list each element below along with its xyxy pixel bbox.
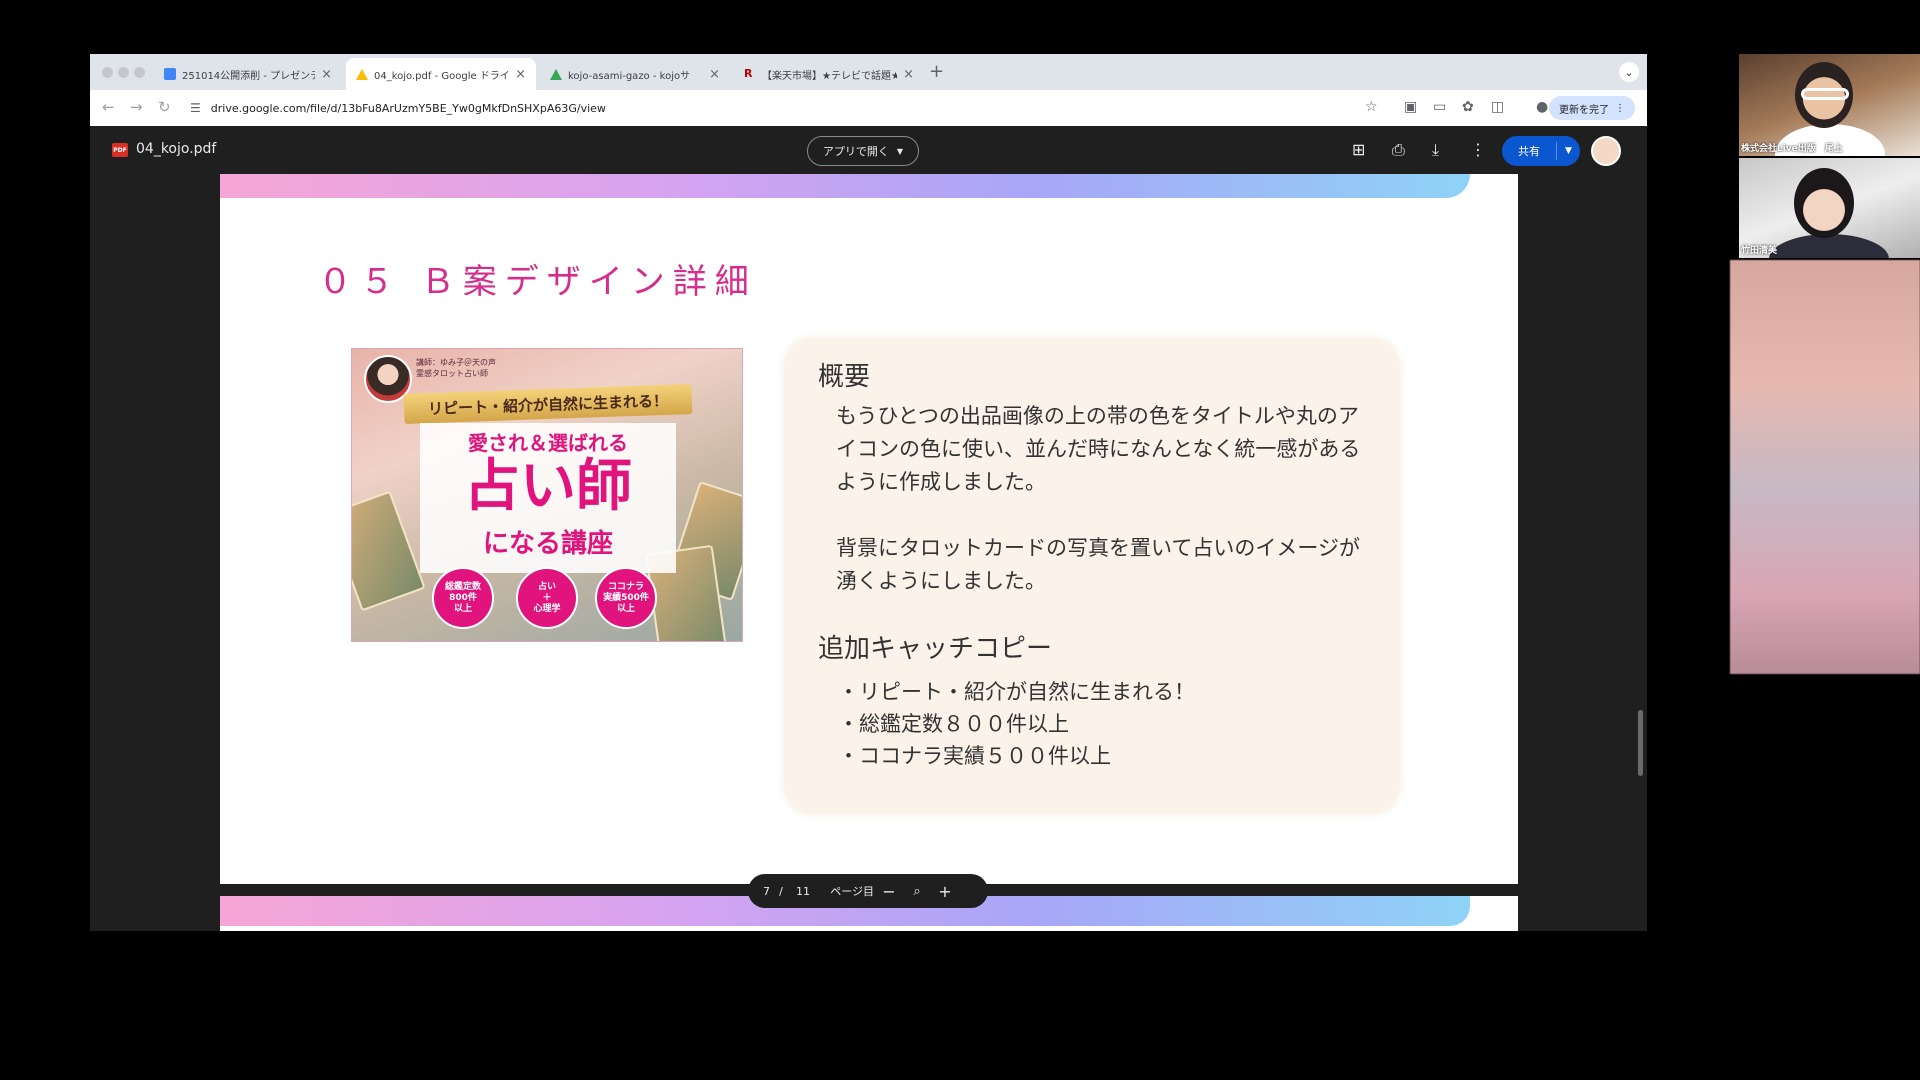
tab-slides[interactable]: 251014公開添削 - プレゼンテー ×	[154, 58, 342, 90]
participant-head	[1794, 168, 1854, 238]
participant-name: 竹田清美	[1741, 246, 1778, 256]
share-button[interactable]: 共有 ▼	[1502, 136, 1580, 166]
address-bar[interactable]: ☰ drive.google.com/file/d/13bFu8ArUzmY5B…	[190, 95, 1420, 121]
rakuten-icon: R	[744, 67, 753, 80]
profile-icon[interactable]: ●	[1536, 99, 1548, 115]
slide-title: ０５ Ｂ案デザイン詳細	[318, 262, 757, 302]
zoom-icon[interactable]: ⌕	[904, 884, 930, 899]
participant-name: 株式会社Live出版 尾上	[1741, 144, 1843, 154]
page-current[interactable]: 7	[748, 885, 770, 898]
tab-drive-folder[interactable]: kojo-asami-gazo - kojoサ ×	[540, 58, 730, 90]
badge-circle: 総鑑定数 800件 以上	[432, 567, 494, 629]
avatar[interactable]	[1591, 136, 1621, 166]
catch-copy-item: ・リピート・紹介が自然に生まれる！	[838, 680, 1195, 704]
image-subtitle: になる講座	[482, 529, 613, 559]
browser-window: 251014公開添削 - プレゼンテー × 04_kojo.pdf - Goog…	[90, 54, 1647, 931]
extension-icon[interactable]: ✿	[1462, 99, 1474, 115]
tab-title: 【楽天市場】★テレビで話題★	[762, 70, 898, 82]
lecturer-label: 講師：ゆみ子＠天の声 霊感タロット占い師	[416, 358, 496, 378]
close-tab-icon[interactable]: ×	[515, 67, 526, 82]
update-button[interactable]: 更新を完了 ⋮	[1549, 96, 1635, 120]
tab-title: 04_kojo.pdf - Google ドライ	[374, 70, 510, 82]
back-icon[interactable]: ←	[102, 98, 115, 116]
tab-title: 251014公開添削 - プレゼンテー	[182, 70, 315, 82]
pdf-page-area: ０５ Ｂ案デザイン詳細 講師：ゆみ子＠天の声 霊感タロット占い師 リピート・紹介…	[90, 174, 1647, 931]
ribbon-copy: リピート・紹介が自然に生まれる！	[403, 383, 693, 425]
participant-body	[1769, 234, 1889, 258]
drive-icon	[356, 68, 368, 80]
more-vert-icon[interactable]: ⋮	[1470, 140, 1486, 159]
badge-circle: 占い ＋ 心理学	[516, 567, 578, 629]
forward-icon[interactable]: →	[130, 98, 143, 116]
file-name: 04_kojo.pdf	[136, 141, 217, 157]
participant-video-tile: 株式会社Live出版 尾上	[1739, 54, 1920, 156]
bookmark-star-icon[interactable]: ☆	[1365, 99, 1378, 115]
product-image: 講師：ゆみ子＠天の声 霊感タロット占い師 リピート・紹介が自然に生まれる！ 愛さ…	[351, 348, 743, 642]
catch-copy-item: ・総鑑定数８００件以上	[838, 712, 1069, 736]
tab-title: kojo-asami-gazo - kojoサ	[568, 70, 691, 82]
overview-paragraph: もうひとつの出品画像の上の帯の色をタイトルや丸のアイコンの色に使い、並んだ時にな…	[836, 404, 1361, 494]
more-vert-icon: ⋮	[1615, 102, 1625, 114]
badge-circle: ココナラ 実績500件 以上	[595, 567, 657, 629]
close-window-button[interactable]	[102, 67, 113, 78]
participant-video-tile	[1730, 260, 1920, 674]
close-tab-icon[interactable]: ×	[321, 67, 332, 82]
add-comment-icon[interactable]: ⊞	[1352, 140, 1365, 159]
zoom-in-icon[interactable]: +	[930, 882, 960, 901]
image-title-panel: 愛され＆選ばれる 占い師 になる講座	[420, 423, 676, 573]
overview-paragraph: 背景にタロットカードの写真を置いて占いのイメージが湧くようにしました。	[836, 536, 1360, 593]
participant-video-tile: 竹田清美	[1739, 158, 1920, 258]
overview-heading: 概要	[818, 362, 871, 392]
print-icon[interactable]: ⎙	[1392, 140, 1405, 160]
image-tagline: 愛され＆選ばれる	[468, 431, 628, 455]
new-tab-button[interactable]: +	[929, 61, 944, 82]
glasses-shape	[1801, 88, 1849, 100]
site-info-icon[interactable]: ☰	[190, 101, 201, 115]
url-text: drive.google.com/file/d/13bFu8ArUzmY5BE_…	[210, 101, 606, 115]
browser-toolbar: ← → ↻ ☰ drive.google.com/file/d/13bFu8Ar…	[90, 90, 1647, 127]
reload-icon[interactable]: ↻	[158, 98, 171, 116]
viewer-header: PDF 04_kojo.pdf アプリで開く ▼ ⊞ ⎙ ⤓ ⋮ 共有 ▼	[90, 126, 1647, 174]
page-separator: /	[779, 884, 783, 898]
close-tab-icon[interactable]: ×	[709, 67, 720, 82]
screenshot-icon[interactable]: ▣	[1404, 99, 1417, 115]
update-label: 更新を完了	[1559, 104, 1609, 116]
minimize-window-button[interactable]	[118, 67, 129, 78]
puzzle-icon[interactable]: ◫	[1491, 99, 1504, 115]
page-total: 11	[796, 884, 810, 898]
pdf-file-icon: PDF	[112, 143, 128, 157]
tarot-card-image	[352, 490, 426, 612]
maximize-window-button[interactable]	[134, 67, 145, 78]
pdf-slide: ０５ Ｂ案デザイン詳細 講師：ゆみ子＠天の声 霊感タロット占い師 リピート・紹介…	[220, 174, 1518, 884]
scrollbar-thumb[interactable]	[1638, 710, 1643, 776]
info-box: 概要 もうひとつの出品画像の上の帯の色をタイトルや丸のアイコンの色に使い、並んだ…	[784, 338, 1400, 814]
tab-rakuten[interactable]: R 【楽天市場】★テレビで話題★ ×	[734, 58, 924, 90]
download-icon[interactable]: ⤓	[1432, 140, 1439, 160]
open-with-label: アプリで開く	[822, 145, 889, 158]
caret-down-icon: ▼	[896, 146, 904, 156]
catch-copy-heading: 追加キャッチコピー	[818, 634, 1053, 664]
slide-top-banner	[220, 174, 1470, 198]
open-with-button[interactable]: アプリで開く ▼	[807, 136, 919, 166]
catch-copy-item: ・ココナラ実績５００件以上	[838, 744, 1111, 768]
tab-pdf[interactable]: 04_kojo.pdf - Google ドライ ×	[346, 58, 536, 90]
page-suffix: ページ目	[830, 885, 874, 898]
page-controls: 7 / 11 ページ目 − ⌕ +	[748, 874, 988, 908]
share-label: 共有	[1518, 145, 1540, 158]
image-main-title: 占い師	[464, 454, 632, 519]
close-tab-icon[interactable]: ×	[903, 67, 914, 82]
zoom-out-icon[interactable]: −	[874, 882, 904, 901]
cast-icon[interactable]: ▭	[1433, 99, 1446, 115]
tab-strip: 251014公開添削 - プレゼンテー × 04_kojo.pdf - Goog…	[90, 54, 1647, 90]
tab-search-button[interactable]: ⌄	[1619, 62, 1639, 82]
caret-down-icon[interactable]: ▼	[1557, 146, 1580, 156]
slides-icon	[164, 68, 176, 80]
drive-icon	[550, 68, 562, 80]
